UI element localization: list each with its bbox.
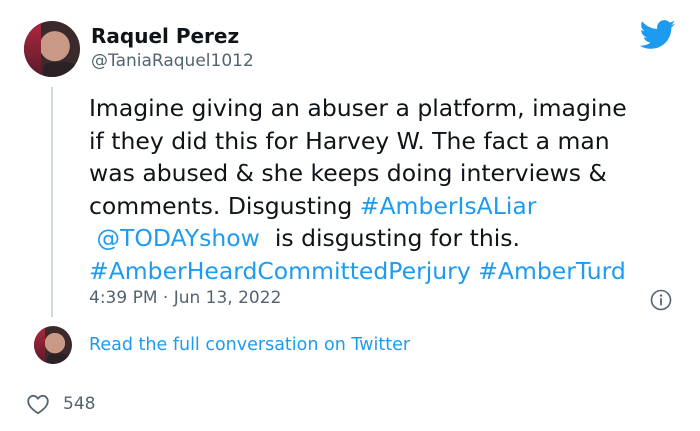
author-display-name[interactable]: Raquel Perez bbox=[91, 24, 239, 48]
info-icon[interactable] bbox=[650, 289, 672, 311]
tweet-embed-card: Raquel Perez @TaniaRaquel1012 Imagine gi… bbox=[0, 0, 700, 431]
reply-avatar[interactable] bbox=[34, 326, 72, 364]
tweet-line: @TODAYshow is disgusting for this. bbox=[89, 222, 689, 255]
tweet-text-segment: is disgusting for this. bbox=[267, 224, 520, 252]
author-avatar[interactable] bbox=[24, 21, 80, 77]
heart-icon[interactable] bbox=[26, 393, 50, 415]
tweet-line: Imagine giving an abuser a platform, ima… bbox=[89, 94, 627, 122]
tweet-body: Imagine giving an abuser a platform, ima… bbox=[89, 92, 689, 287]
tweet-timestamp[interactable]: 4:39 PM · Jun 13, 2022 bbox=[89, 288, 281, 308]
read-conversation-link[interactable]: Read the full conversation on Twitter bbox=[89, 335, 410, 355]
tweet-text-segment: comments. Disgusting bbox=[89, 191, 360, 220]
tweet-line: #AmberHeardCommittedPerjury #AmberTurd bbox=[89, 255, 689, 288]
hashtag-link[interactable]: #AmberHeardCommittedPerjury bbox=[89, 257, 471, 285]
thread-connector-line bbox=[51, 87, 53, 317]
tweet-line: was abused & she keeps doing interviews … bbox=[89, 159, 607, 187]
tweet-line: comments. Disgusting #AmberIsALiar bbox=[89, 190, 689, 223]
author-handle[interactable]: @TaniaRaquel1012 bbox=[91, 51, 254, 71]
tweet-line: if they did this for Harvey W. The fact … bbox=[89, 126, 610, 155]
twitter-bird-icon[interactable] bbox=[640, 20, 676, 50]
mention-link[interactable]: @TODAYshow bbox=[96, 224, 259, 252]
hashtag-link[interactable]: #AmberTurd bbox=[478, 257, 626, 285]
hashtag-link[interactable]: #AmberIsALiar bbox=[360, 192, 537, 220]
like-count: 548 bbox=[63, 394, 96, 414]
